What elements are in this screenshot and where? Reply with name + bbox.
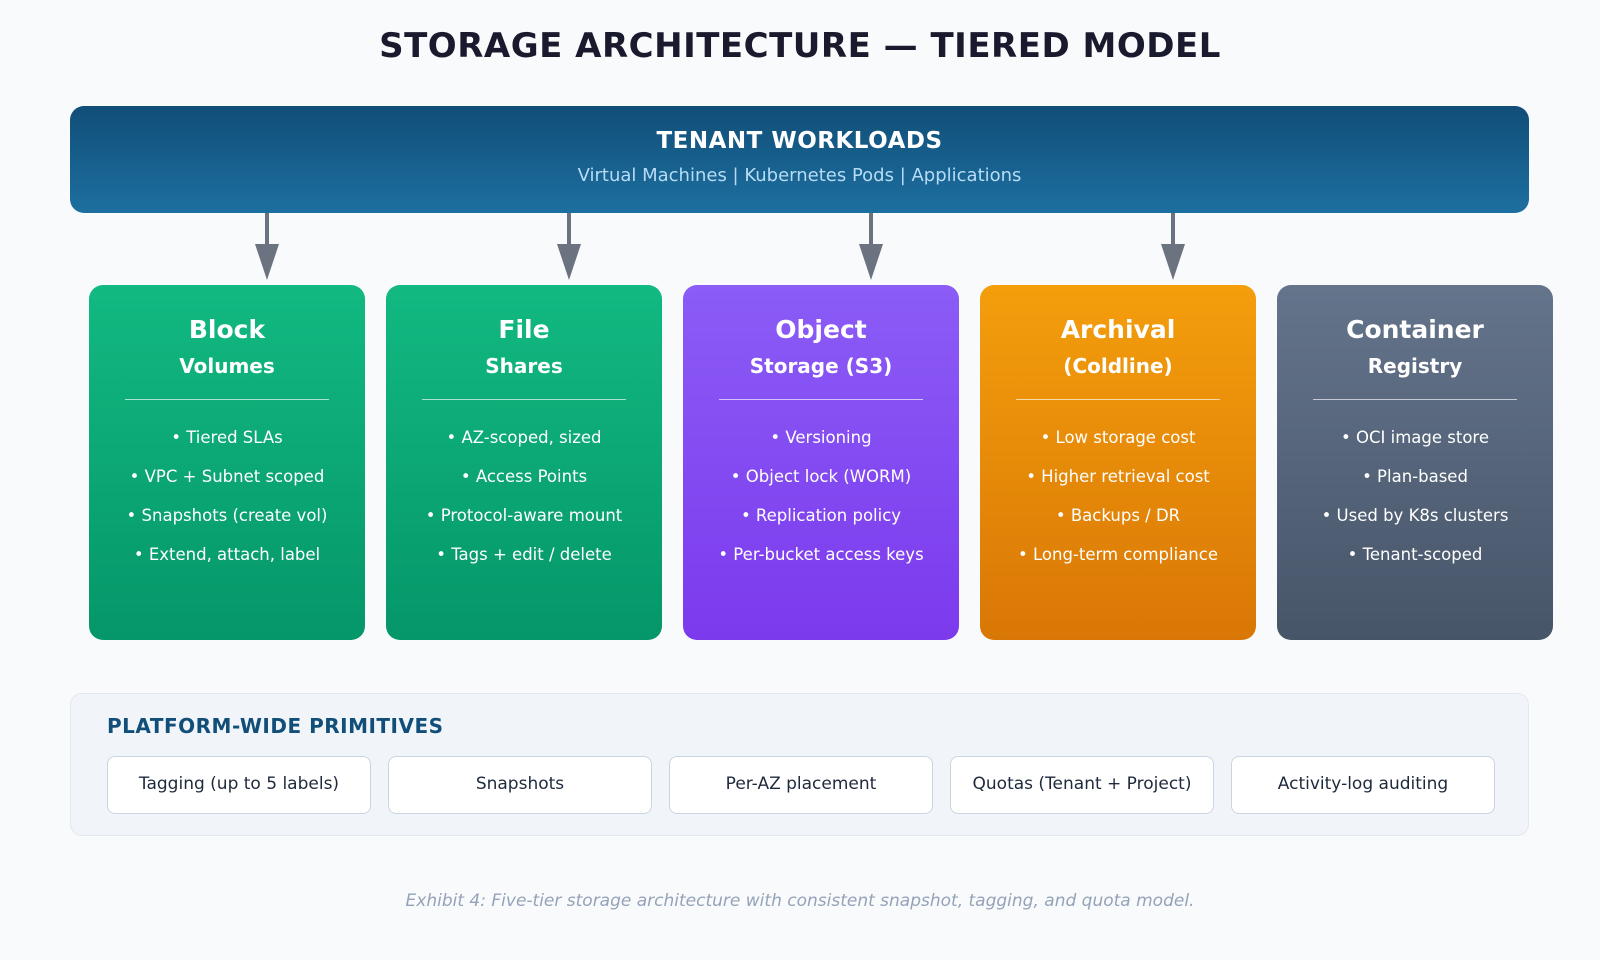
primitive-snapshots: Snapshots	[388, 756, 652, 814]
tier-bullet: • OCI image store	[1341, 428, 1489, 447]
tier-card-block: Block Volumes • Tiered SLAs • VPC + Subn…	[89, 285, 365, 640]
primitive-tagging: Tagging (up to 5 labels)	[107, 756, 371, 814]
tier-bullet: • Used by K8s clusters	[1321, 506, 1509, 525]
tier-bullet: • Higher retrieval cost	[1026, 467, 1210, 486]
tier-bullet: • Per-bucket access keys	[718, 545, 924, 564]
tier-bullet: • Long-term compliance	[1018, 545, 1218, 564]
tier-divider	[125, 399, 329, 400]
arrow-down-icon	[255, 213, 279, 280]
tier-bullet: • Tenant-scoped	[1347, 545, 1483, 564]
tier-bullet: • Backups / DR	[1055, 506, 1181, 525]
tier-bullet: • Object lock (WORM)	[730, 467, 912, 486]
tier-card-file: File Shares • AZ-scoped, sized • Access …	[386, 285, 662, 640]
tier-bullet: • AZ-scoped, sized	[446, 428, 602, 447]
tier-title: File	[498, 315, 550, 344]
tier-subtitle: Storage (S3)	[749, 354, 893, 378]
tier-bullet: • Access Points	[460, 467, 588, 486]
platform-primitives-title: PLATFORM-WIDE PRIMITIVES	[107, 714, 444, 738]
arrow-down-icon	[557, 213, 581, 280]
tier-card-object: Object Storage (S3) • Versioning • Objec…	[683, 285, 959, 640]
tier-card-container-registry: Container Registry • OCI image store • P…	[1277, 285, 1553, 640]
tier-divider	[422, 399, 626, 400]
tier-bullet: • Protocol-aware mount	[425, 506, 623, 525]
primitive-quotas: Quotas (Tenant + Project)	[950, 756, 1214, 814]
tier-bullet-list: • Versioning • Object lock (WORM) • Repl…	[683, 427, 959, 583]
tier-bullet: • VPC + Subnet scoped	[129, 467, 325, 486]
primitive-activity-log-auditing: Activity-log auditing	[1231, 756, 1495, 814]
tier-subtitle: Volumes	[179, 354, 275, 378]
tier-divider	[719, 399, 923, 400]
tier-divider	[1016, 399, 1220, 400]
tier-subtitle: Shares	[485, 354, 563, 378]
tenant-workloads-subtitle: Virtual Machines | Kubernetes Pods | App…	[577, 165, 1022, 186]
tier-title: Object	[775, 315, 867, 344]
tier-bullet: • Plan-based	[1362, 467, 1468, 486]
tier-bullet: • Tiered SLAs	[171, 428, 283, 447]
tier-title: Archival	[1060, 315, 1176, 344]
tier-subtitle: (Coldline)	[1063, 354, 1173, 378]
tenant-workloads-title: TENANT WORKLOADS	[656, 128, 943, 154]
figure-caption: Exhibit 4: Five-tier storage architectur…	[405, 891, 1195, 911]
tier-title: Container	[1346, 315, 1484, 344]
tenant-workloads-band: TENANT WORKLOADS Virtual Machines | Kube…	[70, 106, 1529, 213]
arrow-down-icon	[1161, 213, 1185, 280]
tier-subtitle: Registry	[1367, 354, 1463, 378]
tier-bullet: • Tags + edit / delete	[436, 545, 612, 564]
tier-bullet: • Snapshots (create vol)	[126, 506, 328, 525]
tier-title: Block	[188, 315, 266, 344]
platform-primitives-panel: PLATFORM-WIDE PRIMITIVES Tagging (up to …	[70, 693, 1529, 836]
tier-bullet-list: • AZ-scoped, sized • Access Points • Pro…	[386, 427, 662, 583]
arrow-down-icon	[859, 213, 883, 280]
tier-card-archival: Archival (Coldline) • Low storage cost •…	[980, 285, 1256, 640]
tier-bullet: • Versioning	[770, 428, 872, 447]
tier-divider	[1313, 399, 1517, 400]
tier-bullet-list: • Tiered SLAs • VPC + Subnet scoped • Sn…	[89, 427, 365, 583]
diagram-title: STORAGE ARCHITECTURE — TIERED MODEL	[379, 26, 1221, 66]
tier-bullet-list: • OCI image store • Plan-based • Used by…	[1277, 427, 1553, 583]
tier-bullet: • Extend, attach, label	[133, 545, 321, 564]
tier-bullet: • Replication policy	[740, 506, 902, 525]
tier-bullet-list: • Low storage cost • Higher retrieval co…	[980, 427, 1256, 583]
tier-bullet: • Low storage cost	[1040, 428, 1196, 447]
primitive-per-az-placement: Per-AZ placement	[669, 756, 933, 814]
